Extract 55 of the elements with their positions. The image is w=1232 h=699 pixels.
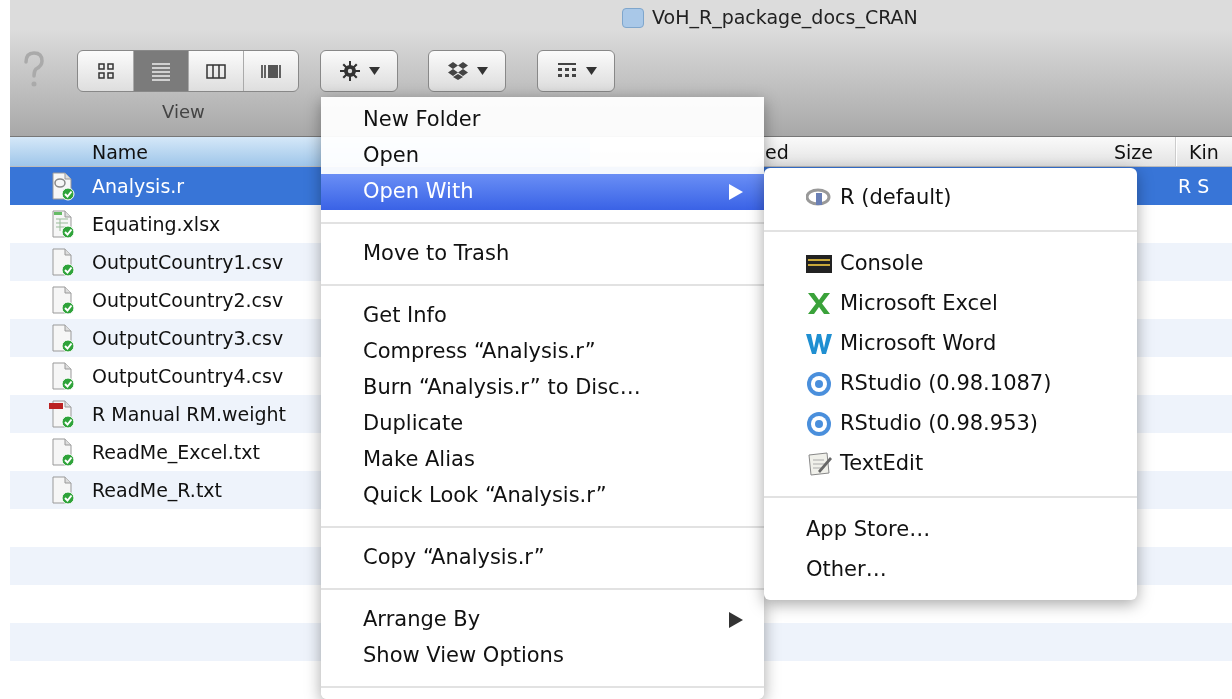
caret-icon (368, 67, 380, 75)
file-name: OutputCountry1.csv (92, 250, 284, 273)
menu-item[interactable]: Copy “Analysis.r” (321, 540, 764, 576)
ring-app-icon (806, 411, 832, 437)
column-header[interactable]: Size (970, 137, 1176, 166)
menu-item[interactable]: New Folder (321, 102, 764, 138)
notepad-icon (806, 451, 832, 477)
file-name: OutputCountry4.csv (92, 364, 284, 387)
file-name: OutputCountry2.csv (92, 288, 284, 311)
box-icon (446, 60, 469, 82)
gear-icon (338, 60, 361, 82)
columns-icon (206, 61, 226, 81)
submenu-item[interactable]: Microsoft Word (764, 324, 1137, 364)
menu-item[interactable]: Show View Options (321, 638, 764, 674)
menu-item[interactable]: Move to Trash (321, 236, 764, 272)
arrange-button[interactable] (537, 50, 615, 92)
action-button[interactable] (320, 50, 398, 92)
dropbox-button[interactable] (428, 50, 506, 92)
file-name: OutputCountry3.csv (92, 326, 284, 349)
submenu-item[interactable]: Other… (764, 550, 1137, 590)
w-icon (806, 331, 832, 357)
list-view-button[interactable] (133, 51, 188, 91)
column-header[interactable]: Kin (1176, 137, 1232, 166)
view-mode-control[interactable] (77, 50, 299, 92)
submenu-item[interactable]: TextEdit (764, 444, 1137, 484)
caret-icon (476, 67, 488, 75)
file-name: ReadMe_R.txt (92, 478, 223, 501)
ring-app-icon (806, 371, 832, 397)
menu-item[interactable]: Quick Look “Analysis.r” (321, 478, 764, 514)
file-name: R Manual RM.weight (92, 402, 287, 425)
grid-icon (95, 61, 116, 81)
file-kind: R S (1178, 173, 1210, 199)
file-name: Analysis.r (92, 174, 185, 197)
caret-icon (585, 67, 597, 75)
list-icon (151, 61, 171, 81)
menu-item[interactable]: Make Alias (321, 442, 764, 478)
folder-icon (622, 8, 644, 28)
menu-item[interactable]: Get Info (321, 298, 764, 334)
submenu-item[interactable]: Microsoft Excel (764, 284, 1137, 324)
file-name: ReadMe_Excel.txt (92, 440, 260, 463)
file-name: Equating.xlsx (92, 212, 221, 235)
view-label: View (162, 100, 205, 124)
submenu-item[interactable]: Console (764, 244, 1137, 284)
submenu-item[interactable]: App Store… (764, 510, 1137, 550)
menu-item[interactable]: Burn “Analysis.r” to Disc… (321, 370, 764, 406)
menu-item[interactable]: Arrange By (321, 602, 764, 638)
menu-item[interactable]: Open With (321, 174, 764, 210)
x-icon (806, 291, 832, 317)
submenu-item[interactable]: R (default) (764, 178, 1137, 218)
submenu-item[interactable]: RStudio (0.98.953) (764, 404, 1137, 444)
window-title: VoH_R_package_docs_CRAN (652, 5, 918, 30)
menu-item[interactable]: Compress “Analysis.r” (321, 334, 764, 370)
pdf-document-icon (48, 399, 78, 429)
menu-item[interactable]: Duplicate (321, 406, 764, 442)
submenu-item[interactable]: RStudio (0.98.1087) (764, 364, 1137, 404)
